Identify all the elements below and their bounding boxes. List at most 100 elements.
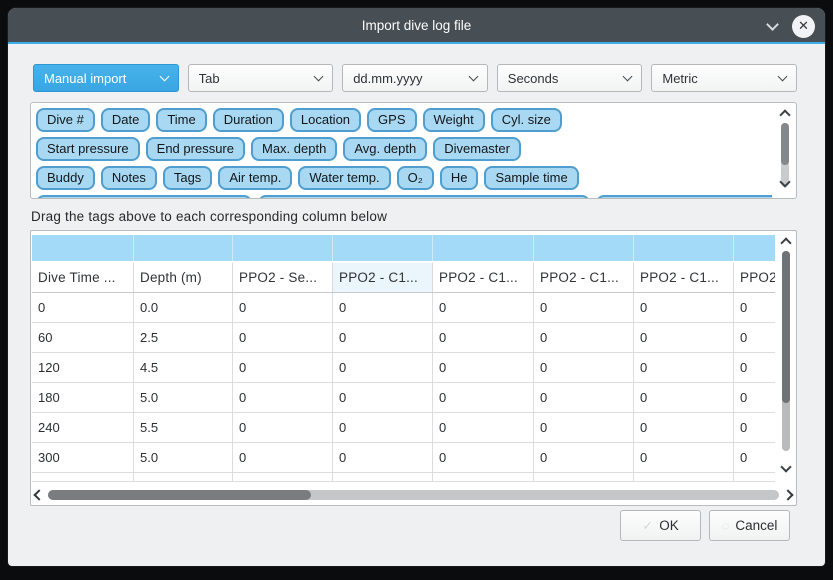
column-header-6[interactable]: PPO2 - C1... xyxy=(634,263,734,292)
table-cell[interactable]: 0 xyxy=(333,413,433,443)
column-header-4[interactable]: PPO2 - C1... xyxy=(433,263,534,292)
table-cell[interactable]: 0 xyxy=(333,383,433,413)
tag-time[interactable]: Time xyxy=(156,108,206,132)
table-cell[interactable]: 0 xyxy=(233,413,333,443)
scroll-left-icon[interactable] xyxy=(33,489,44,500)
table-cell[interactable]: 0 xyxy=(734,353,775,383)
table-cell[interactable]: 0 xyxy=(233,293,333,323)
close-button[interactable]: ✕ xyxy=(792,15,815,38)
table-cell[interactable]: 0 xyxy=(32,293,134,323)
tags-scrollbar[interactable] xyxy=(777,107,793,194)
table-cell[interactable]: 0 xyxy=(233,383,333,413)
column-header-0[interactable]: Dive Time ... xyxy=(32,263,134,292)
table-cell[interactable]: 180 xyxy=(32,383,134,413)
combo-0[interactable]: Manual import xyxy=(33,64,179,92)
table-horizontal-scrollbar[interactable] xyxy=(35,486,792,503)
table-cell[interactable]: 0 xyxy=(534,383,634,413)
drop-target-row[interactable] xyxy=(32,235,775,261)
tag-buddy[interactable]: Buddy xyxy=(36,166,95,190)
column-header-7[interactable]: PPO2 xyxy=(734,263,775,292)
drop-cell-0[interactable] xyxy=(32,235,134,261)
column-header-5[interactable]: PPO2 - C1... xyxy=(534,263,634,292)
table-cell[interactable]: 0 xyxy=(634,413,734,443)
tag-max-depth[interactable]: Max. depth xyxy=(251,137,337,161)
table-cell[interactable]: 0 xyxy=(634,443,734,473)
table-cell[interactable]: 0 xyxy=(734,293,775,323)
tag-air-temp[interactable]: Air temp. xyxy=(218,166,292,190)
combo-2[interactable]: dd.mm.yyyy xyxy=(342,64,488,92)
table-cell[interactable]: 0 xyxy=(433,353,534,383)
drop-cell-2[interactable] xyxy=(233,235,333,261)
table-cell[interactable]: 0 xyxy=(734,413,775,443)
combo-3[interactable]: Seconds xyxy=(497,64,643,92)
table-cell[interactable]: 0 xyxy=(634,383,734,413)
tags-scroll-thumb[interactable] xyxy=(781,123,789,165)
table-hscroll-track[interactable] xyxy=(48,490,779,500)
column-header-3[interactable]: PPO2 - C1... xyxy=(333,263,433,292)
table-cell[interactable]: 0 xyxy=(534,293,634,323)
drop-cell-7[interactable] xyxy=(734,235,775,261)
scroll-up-icon[interactable] xyxy=(780,237,791,248)
combo-4[interactable]: Metric xyxy=(651,64,797,92)
table-cell[interactable]: 60 xyxy=(32,323,134,353)
tag-weight[interactable]: Weight xyxy=(423,108,485,132)
table-cell[interactable]: 0 xyxy=(634,353,734,383)
scroll-right-icon[interactable] xyxy=(782,489,793,500)
tag-partial-1[interactable] xyxy=(258,195,590,198)
ok-button[interactable]: ✓ OK xyxy=(620,510,701,541)
tag-water-temp[interactable]: Water temp. xyxy=(298,166,390,190)
table-cell[interactable]: 0 xyxy=(534,443,634,473)
tag-divemaster[interactable]: Divemaster xyxy=(433,137,521,161)
tag-sample-time[interactable]: Sample time xyxy=(484,166,578,190)
tag-he[interactable]: He xyxy=(440,166,479,190)
table-cell[interactable]: 5.0 xyxy=(134,443,233,473)
table-vscroll-thumb[interactable] xyxy=(782,251,790,403)
column-header-1[interactable]: Depth (m) xyxy=(134,263,233,292)
table-cell[interactable]: 0 xyxy=(734,323,775,353)
table-cell[interactable]: 0 xyxy=(433,383,534,413)
tag-o[interactable]: O₂ xyxy=(397,166,434,190)
drop-cell-3[interactable] xyxy=(333,235,433,261)
tag-duration[interactable]: Duration xyxy=(213,108,284,132)
drop-cell-5[interactable] xyxy=(534,235,634,261)
table-cell[interactable]: 0 xyxy=(333,293,433,323)
table-cell[interactable]: 0 xyxy=(233,443,333,473)
table-cell[interactable]: 2.5 xyxy=(134,323,233,353)
tag-date[interactable]: Date xyxy=(101,108,150,132)
table-cell[interactable]: 120 xyxy=(32,353,134,383)
chevron-down-icon[interactable] xyxy=(766,18,779,31)
scroll-up-icon[interactable] xyxy=(779,109,790,120)
tag-dive[interactable]: Dive # xyxy=(36,108,95,132)
tag-partial-2[interactable] xyxy=(596,195,772,198)
table-cell[interactable]: 0 xyxy=(333,443,433,473)
drop-cell-4[interactable] xyxy=(433,235,534,261)
table-cell[interactable]: 0 xyxy=(333,353,433,383)
table-cell[interactable]: 5.0 xyxy=(134,383,233,413)
table-cell[interactable]: 0 xyxy=(734,443,775,473)
table-cell[interactable]: 0 xyxy=(433,413,534,443)
table-cell[interactable]: 0 xyxy=(534,323,634,353)
table-cell[interactable]: 0 xyxy=(534,413,634,443)
table-hscroll-thumb[interactable] xyxy=(48,490,311,500)
tag-partial-0[interactable] xyxy=(36,195,252,198)
table-cell[interactable]: 0 xyxy=(734,383,775,413)
tag-gps[interactable]: GPS xyxy=(367,108,416,132)
tag-start-pressure[interactable]: Start pressure xyxy=(36,137,140,161)
tag-end-pressure[interactable]: End pressure xyxy=(146,137,245,161)
table-cell[interactable]: 0 xyxy=(433,293,534,323)
table-vertical-scrollbar[interactable] xyxy=(778,235,794,479)
drop-cell-1[interactable] xyxy=(134,235,233,261)
column-header-2[interactable]: PPO2 - Se... xyxy=(233,263,333,292)
table-cell[interactable]: 0 xyxy=(534,353,634,383)
table-cell[interactable]: 300 xyxy=(32,443,134,473)
tag-location[interactable]: Location xyxy=(290,108,361,132)
tag-tags[interactable]: Tags xyxy=(163,166,212,190)
table-cell[interactable]: 0 xyxy=(634,293,734,323)
table-cell[interactable]: 5.5 xyxy=(134,413,233,443)
combo-1[interactable]: Tab xyxy=(188,64,334,92)
table-cell[interactable]: 240 xyxy=(32,413,134,443)
table-cell[interactable]: 0 xyxy=(233,353,333,383)
table-cell[interactable]: 0 xyxy=(233,323,333,353)
tag-avg-depth[interactable]: Avg. depth xyxy=(343,137,427,161)
titlebar[interactable]: Import dive log file ✕ xyxy=(8,8,825,44)
